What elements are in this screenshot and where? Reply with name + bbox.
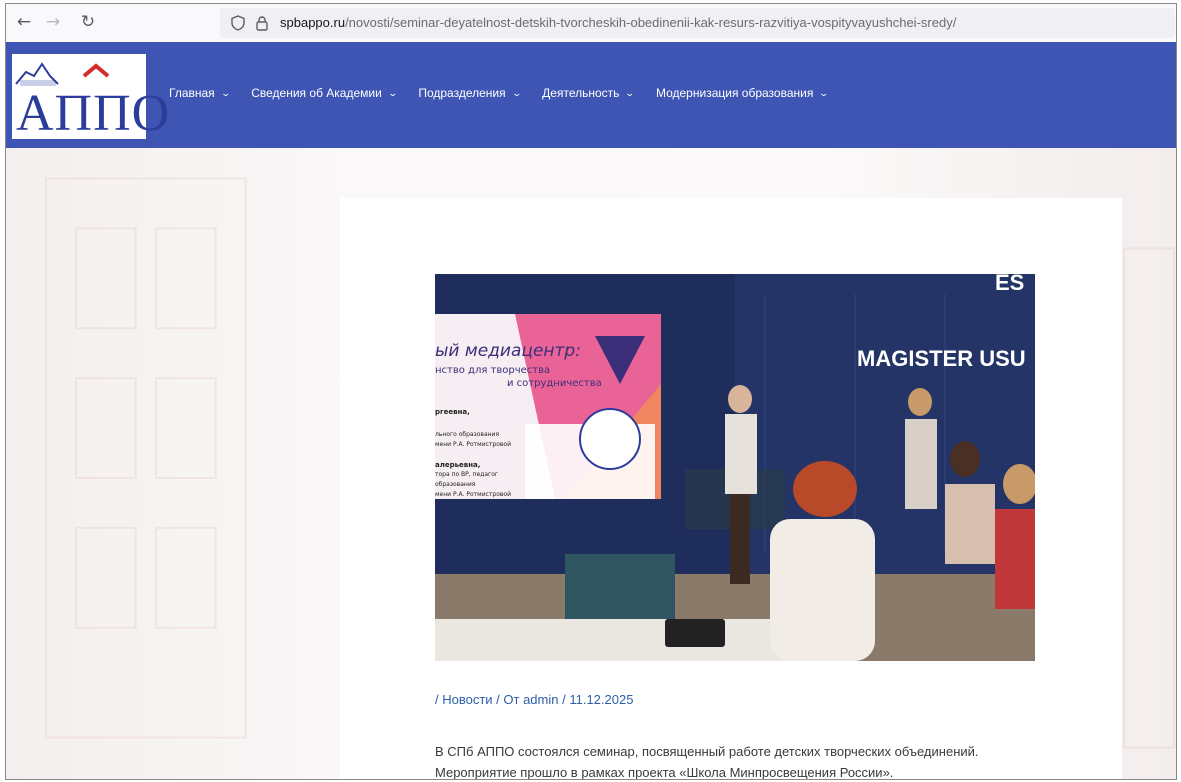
screen-line5: мени Р.А. Ротмистровой: [435, 491, 511, 498]
menu-item-activity[interactable]: Деятельность ⌄: [542, 86, 636, 100]
menu-item-about[interactable]: Сведения об Академии ⌄: [251, 86, 398, 100]
browser-window: ← → ↻ spbappo.ru/novosti/seminar-deyatel…: [5, 3, 1177, 780]
meta-sep2: /: [558, 692, 570, 707]
wall-top-text: ES: [995, 274, 1024, 295]
url-text[interactable]: spbappo.ru/novosti/seminar-deyatelnost-d…: [280, 15, 956, 30]
chevron-down-icon: ⌄: [511, 87, 522, 98]
category-link[interactable]: Новости: [442, 692, 492, 707]
screen-line2: мени Р.А. Ротмистровой: [435, 441, 511, 448]
wall-text: MAGISTER USU: [857, 346, 1026, 371]
screen-line4: образования: [435, 481, 476, 488]
article-card: ES MAGISTER USU ый медиацентр: нство для…: [340, 198, 1122, 780]
url-host: spbappo.ru: [280, 15, 346, 30]
chevron-down-icon: ⌄: [387, 87, 398, 98]
main-menu: Главная ⌄ Сведения об Академии ⌄ Подраздел…: [169, 86, 850, 100]
site-logo[interactable]: АППО: [12, 54, 169, 140]
logo-text: АППО: [16, 85, 171, 142]
body-line: В СПб АППО состоялся семинар, посвященны…: [435, 744, 979, 759]
menu-label: Деятельность: [542, 86, 620, 100]
chevron-down-icon: ⌄: [220, 87, 231, 98]
screen-line1: льного образования: [435, 431, 499, 438]
screen-title: ый медиацентр:: [435, 341, 581, 361]
lock-icon[interactable]: [254, 15, 270, 31]
reload-icon[interactable]: ↻: [76, 10, 100, 34]
url-path: /novosti/seminar-deyatelnost-detskih-tvo…: [345, 15, 957, 30]
menu-label: Главная: [169, 86, 215, 100]
article-body: В СПб АППО состоялся семинар, посвященны…: [435, 741, 1075, 780]
article-photo[interactable]: ES MAGISTER USU ый медиацентр: нство для…: [435, 274, 1035, 661]
article-meta: / Новости / От admin / 11.12.2025: [435, 692, 633, 707]
screen-sub1: нство для творчества: [435, 365, 550, 376]
menu-label: Сведения об Академии: [251, 86, 382, 100]
menu-item-divisions[interactable]: Подразделения ⌄: [418, 86, 522, 100]
address-bar[interactable]: spbappo.ru/novosti/seminar-deyatelnost-d…: [220, 8, 1175, 38]
menu-item-modernization[interactable]: Модернизация образования ⌄: [655, 86, 830, 100]
meta-sep1: / От: [492, 692, 524, 707]
menu-label: Подразделения: [418, 86, 506, 100]
screen-line3: тора по ВР, педагог: [435, 471, 498, 478]
publish-date: 11.12.2025: [569, 692, 634, 707]
menu-label: Модернизация образования: [655, 86, 814, 100]
author-link[interactable]: admin: [523, 692, 558, 707]
screen-sub2: и сотрудничества: [507, 378, 602, 389]
chevron-down-icon: ⌄: [624, 87, 636, 98]
body-line: Мероприятие прошло в рамках проекта «Шко…: [435, 765, 894, 780]
back-arrow-icon[interactable]: ←: [12, 10, 36, 34]
screen-name2: алерьевна,: [435, 461, 480, 469]
site-header: АППО Главная ⌄ Сведения об Академии ⌄ Подр…: [6, 42, 1176, 148]
forward-arrow-icon[interactable]: →: [41, 10, 65, 34]
screen-name1: ргеевна,: [435, 408, 470, 416]
shield-icon[interactable]: [230, 15, 246, 31]
browser-toolbar: ← → ↻ spbappo.ru/novosti/seminar-deyatel…: [6, 4, 1176, 43]
menu-item-home[interactable]: Главная ⌄: [169, 86, 231, 100]
chevron-down-icon: ⌄: [818, 87, 830, 98]
